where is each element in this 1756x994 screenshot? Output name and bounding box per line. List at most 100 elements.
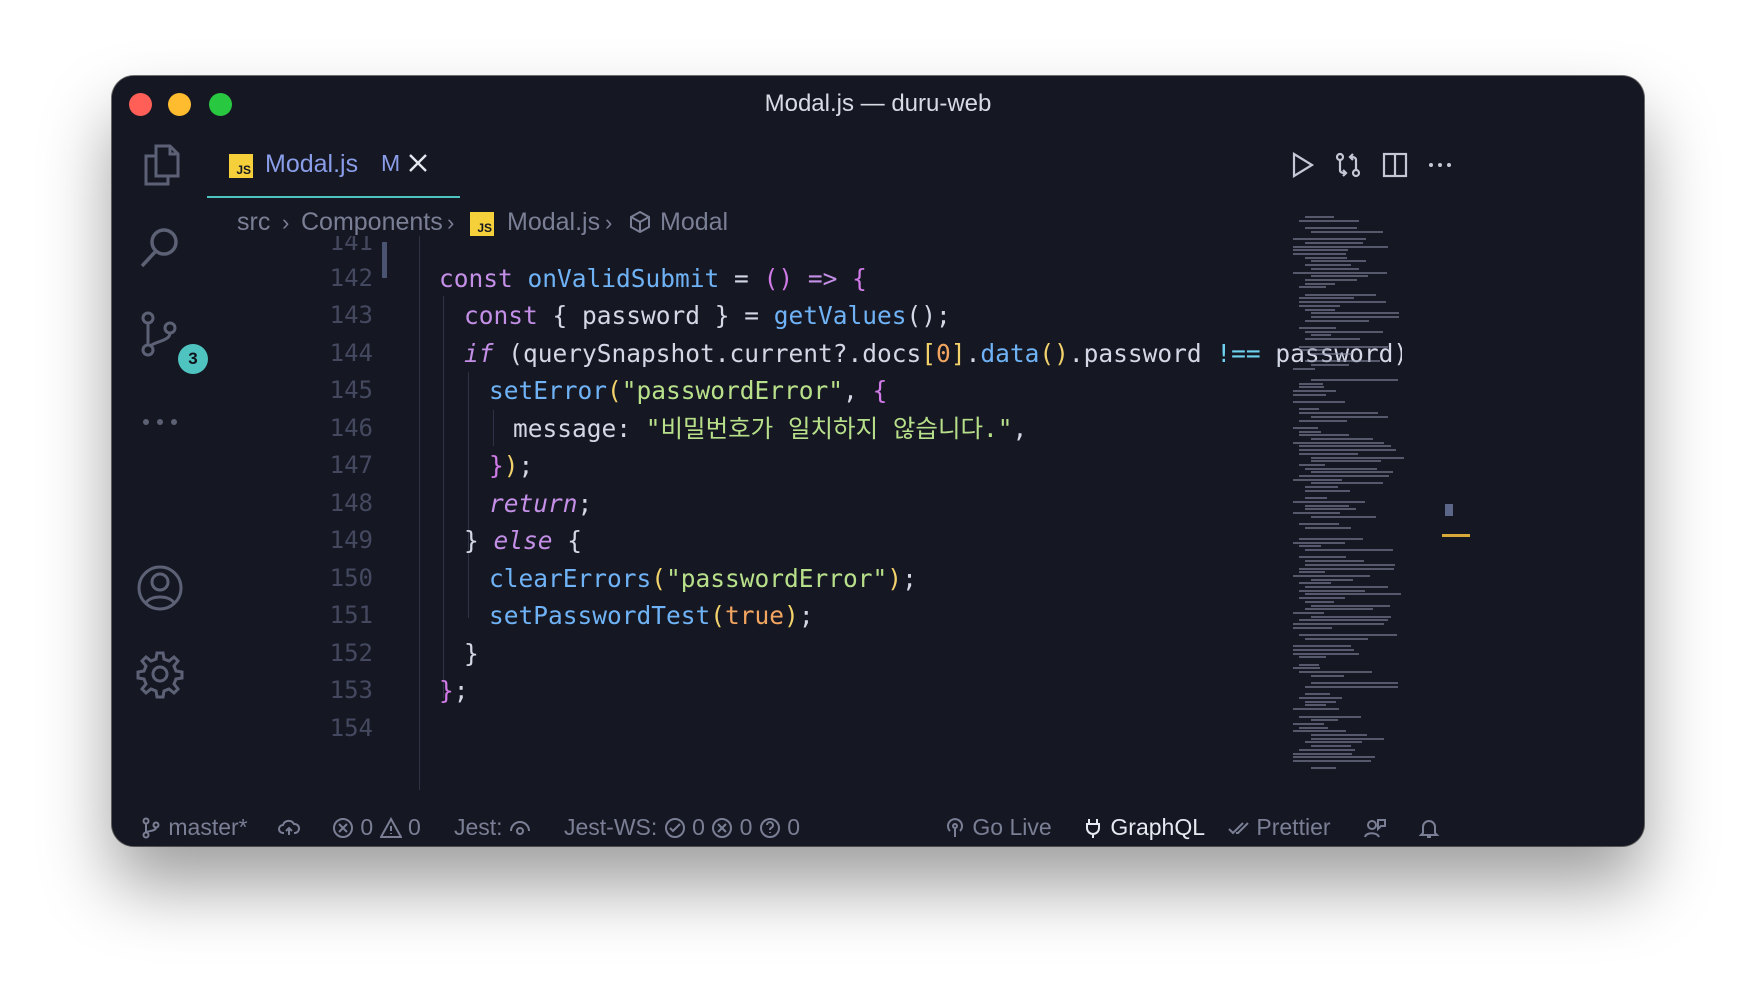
minimap-line xyxy=(1299,656,1326,659)
tab-bar: JS Modal.js M xyxy=(207,132,1644,198)
minimap-line xyxy=(1305,700,1336,703)
line-number: 141 xyxy=(329,236,373,256)
minimap-line xyxy=(1305,241,1363,244)
account-icon[interactable] xyxy=(134,562,186,614)
minimap-line xyxy=(1299,523,1339,526)
minimap-line xyxy=(1311,415,1388,418)
tab-modified-status: M xyxy=(381,150,401,176)
feedback-icon[interactable] xyxy=(1364,812,1386,842)
minimap-line xyxy=(1305,319,1369,322)
minimap-line xyxy=(1305,489,1350,492)
minimap-line xyxy=(1305,508,1356,511)
branch-name: master* xyxy=(168,814,248,840)
minimap-line xyxy=(1299,671,1372,674)
scrollbar-thumb[interactable] xyxy=(1445,504,1453,516)
indent-guide xyxy=(443,296,444,698)
minimap-line xyxy=(1293,426,1318,429)
graphql-label: GraphQL xyxy=(1110,814,1205,840)
minimap-line xyxy=(1299,545,1321,548)
breadcrumb-item-components[interactable]: Components xyxy=(301,208,443,237)
minimap-line xyxy=(1293,667,1320,670)
settings-gear-icon[interactable] xyxy=(134,648,186,700)
plug-icon xyxy=(1086,819,1100,838)
jest-ws-unknown-count: 0 xyxy=(787,814,801,840)
go-live-label: Go Live xyxy=(972,814,1052,840)
line-number: 150 xyxy=(329,564,373,592)
minimap-line xyxy=(1305,593,1401,596)
more-icon[interactable] xyxy=(134,394,186,446)
line-number: 145 xyxy=(329,376,373,404)
breadcrumb-item-modal-js[interactable]: Modal.js xyxy=(507,208,600,237)
minimap-line xyxy=(1311,275,1368,278)
minimap-line xyxy=(1293,611,1324,614)
status-go-live[interactable]: Go Live xyxy=(944,812,1052,842)
minimap-line xyxy=(1299,726,1328,729)
question-circle-icon xyxy=(759,818,780,838)
code-line-150: clearErrors("passwordError"); xyxy=(489,564,917,593)
status-jest-ws[interactable]: Jest-WS: 0 0 0 xyxy=(564,812,800,842)
error-icon xyxy=(333,818,353,838)
line-number: 149 xyxy=(329,526,373,554)
minimap-line xyxy=(1293,441,1384,444)
compare-changes-icon[interactable] xyxy=(1333,150,1363,180)
minimap-line xyxy=(1299,452,1358,455)
minimap-line xyxy=(1305,256,1347,259)
minimap-line xyxy=(1299,297,1354,300)
minimap-line xyxy=(1305,608,1373,611)
close-window-button[interactable] xyxy=(129,93,152,116)
more-actions-icon[interactable] xyxy=(1425,150,1455,180)
error-count: 0 xyxy=(360,814,374,840)
minimap-line xyxy=(1299,597,1345,600)
run-icon[interactable] xyxy=(1287,150,1317,180)
javascript-file-icon: JS xyxy=(470,212,494,236)
zoom-window-button[interactable] xyxy=(209,93,232,116)
explorer-icon[interactable] xyxy=(134,138,186,190)
chevron-right-icon: › xyxy=(447,210,455,235)
status-branch[interactable]: master* xyxy=(140,812,248,842)
status-problems[interactable]: 0 0 xyxy=(332,812,421,842)
minimap-line xyxy=(1299,408,1319,411)
minimap-line xyxy=(1305,308,1335,311)
minimap-line xyxy=(1299,301,1386,304)
minimap-line xyxy=(1305,486,1338,489)
split-editor-icon[interactable] xyxy=(1380,150,1410,180)
breadcrumb-item-src[interactable]: src xyxy=(237,208,270,237)
status-graphql[interactable]: GraphQL xyxy=(1082,812,1205,842)
minimap-line xyxy=(1293,759,1371,762)
breadcrumb-item-modal[interactable]: Modal xyxy=(660,208,728,237)
line-number: 143 xyxy=(329,301,373,329)
window-title: Modal.js — duru-web xyxy=(764,90,992,117)
minimap-line xyxy=(1305,227,1357,230)
minimap-line xyxy=(1311,719,1338,722)
minimap-line xyxy=(1299,304,1340,307)
tab-modal-js[interactable]: JS Modal.js M xyxy=(207,132,460,198)
prettier-label: Prettier xyxy=(1256,814,1331,840)
status-jest[interactable]: Jest: xyxy=(454,812,531,842)
minimap-line xyxy=(1305,741,1362,744)
jest-ws-label: Jest-WS: xyxy=(564,814,658,840)
minimap-line xyxy=(1293,722,1324,725)
status-prettier[interactable]: Prettier xyxy=(1228,812,1331,842)
minimap-line xyxy=(1293,623,1384,625)
minimap-line xyxy=(1293,626,1332,629)
minimap-line xyxy=(1311,460,1381,463)
code-line-146: message: "비밀번호가 일치하지 않습니다.", xyxy=(513,414,1028,443)
minimap-line xyxy=(1305,637,1368,640)
search-icon[interactable] xyxy=(134,222,186,274)
code-editor[interactable]: 141 142 143 144 145 146 147 148 149 150 … xyxy=(207,236,1402,790)
minimap-line xyxy=(1293,478,1342,481)
minimap-line xyxy=(1305,497,1327,500)
minimap-line xyxy=(1299,463,1325,466)
minimize-window-button[interactable] xyxy=(168,93,191,116)
source-control-icon[interactable]: 3 xyxy=(134,308,208,374)
minimap-line xyxy=(1311,312,1399,315)
close-icon[interactable] xyxy=(407,152,429,174)
minimap[interactable] xyxy=(1287,216,1447,786)
minimap-line xyxy=(1299,382,1323,385)
javascript-file-icon: JS xyxy=(229,154,253,178)
sync-icon[interactable] xyxy=(278,812,301,842)
bell-icon[interactable] xyxy=(1418,812,1440,842)
line-number: 151 xyxy=(329,601,373,629)
line-number: 153 xyxy=(329,676,373,704)
minimap-line xyxy=(1299,349,1329,352)
